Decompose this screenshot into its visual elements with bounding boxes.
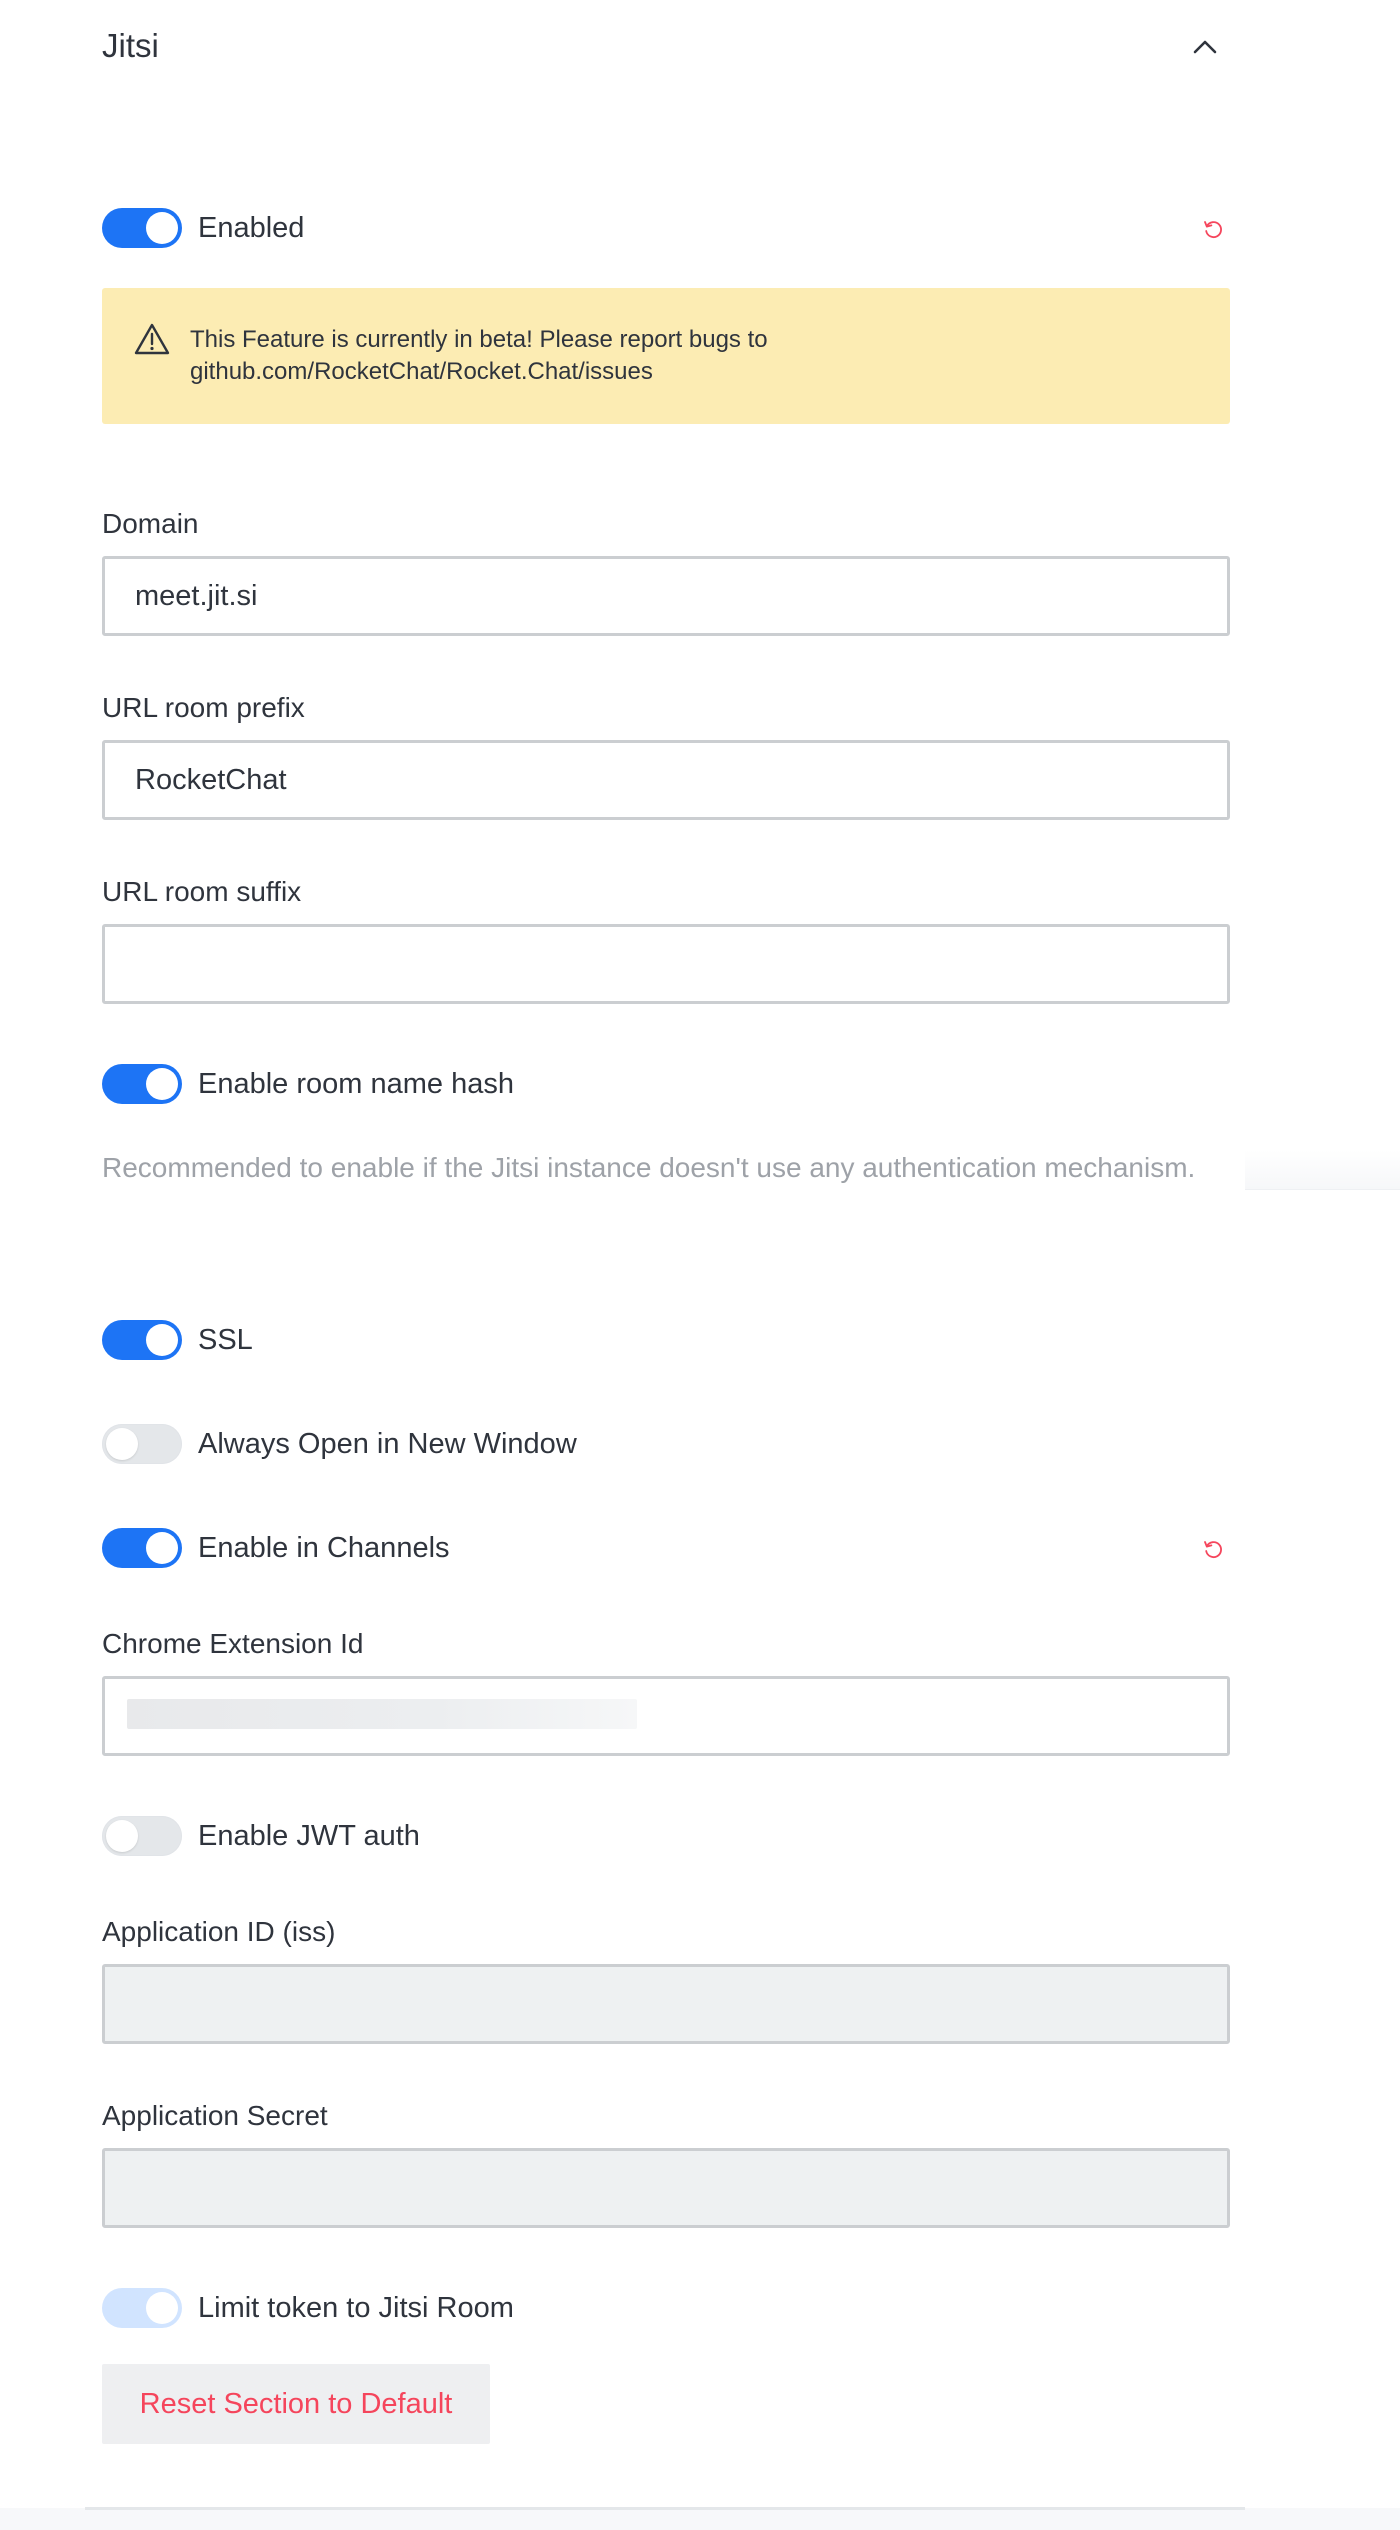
beta-warning-callout: This Feature is currently in beta! Pleas… <box>102 288 1230 424</box>
reset-section-button[interactable]: Reset Section to Default <box>102 2364 490 2444</box>
chrome-extension-id-label: Chrome Extension Id <box>102 1628 364 1659</box>
domain-input[interactable] <box>102 556 1230 636</box>
enabled-label: Enabled <box>198 212 305 244</box>
enable-room-name-hash-label: Enable room name hash <box>198 1068 514 1100</box>
toggle-knob <box>146 1068 178 1100</box>
always-open-new-window-label: Always Open in New Window <box>198 1428 577 1460</box>
section-divider <box>85 2507 1245 2510</box>
chevron-up-icon[interactable] <box>1190 32 1220 62</box>
settings-page: Jitsi Enabled This Feature is currently … <box>0 0 1400 2530</box>
toggle-knob <box>106 1428 138 1460</box>
toggle-knob <box>146 212 178 244</box>
always-open-new-window-toggle[interactable] <box>102 1424 182 1464</box>
toggle-knob <box>146 2292 178 2324</box>
beta-warning-line-1: This Feature is currently in beta! Pleas… <box>190 326 768 353</box>
url-room-prefix-label: URL room prefix <box>102 692 305 723</box>
url-room-suffix-label: URL room suffix <box>102 876 302 907</box>
application-id-input[interactable] <box>102 1964 1230 2044</box>
enable-room-name-hash-toggle[interactable] <box>102 1064 182 1104</box>
enable-jwt-auth-toggle[interactable] <box>102 1816 182 1856</box>
url-room-prefix-input[interactable] <box>102 740 1230 820</box>
chrome-extension-id-input[interactable] <box>102 1676 1230 1756</box>
room-name-hash-hint: Recommended to enable if the Jitsi insta… <box>102 1152 1196 1183</box>
beta-warning-line-2: github.com/RocketChat/Rocket.Chat/issues <box>190 358 653 385</box>
bottom-edge <box>0 2508 1400 2530</box>
warning-icon <box>134 323 170 355</box>
limit-token-to-room-toggle[interactable] <box>102 2288 182 2328</box>
ssl-label: SSL <box>198 1324 253 1356</box>
enable-in-channels-label: Enable in Channels <box>198 1532 450 1564</box>
enabled-toggle[interactable] <box>102 208 182 248</box>
reset-icon[interactable] <box>1202 218 1224 240</box>
enable-in-channels-toggle[interactable] <box>102 1528 182 1568</box>
application-secret-label: Application Secret <box>102 2100 328 2131</box>
application-id-label: Application ID (iss) <box>102 1916 336 1947</box>
beta-warning-text: This Feature is currently in beta! Pleas… <box>190 324 1190 388</box>
url-room-suffix-input[interactable] <box>102 924 1230 1004</box>
application-secret-input[interactable] <box>102 2148 1230 2228</box>
jitsi-settings-section: Jitsi Enabled This Feature is currently … <box>0 0 1245 2530</box>
scroll-shadow <box>1245 1150 1400 1190</box>
enable-jwt-auth-label: Enable JWT auth <box>198 1820 420 1852</box>
domain-label: Domain <box>102 508 199 539</box>
section-title: Jitsi <box>102 27 159 64</box>
toggle-knob <box>146 1324 178 1356</box>
toggle-knob <box>106 1820 138 1852</box>
limit-token-to-room-label: Limit token to Jitsi Room <box>198 2292 514 2324</box>
reset-icon[interactable] <box>1202 1538 1224 1560</box>
obscured-value <box>127 1699 637 1729</box>
toggle-knob <box>146 1532 178 1564</box>
ssl-toggle[interactable] <box>102 1320 182 1360</box>
